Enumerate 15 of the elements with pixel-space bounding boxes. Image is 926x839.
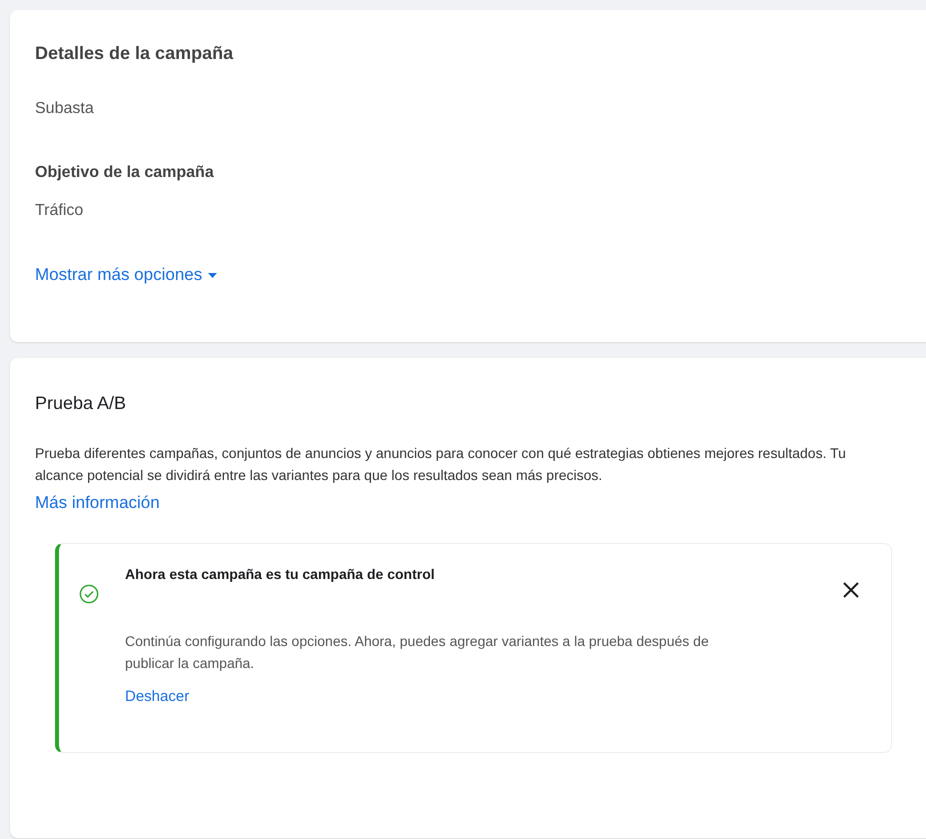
close-button[interactable] [841,580,861,600]
objective-value: Tráfico [35,201,84,221]
field-label: Objetivo de la campaña [35,163,214,183]
close-icon [843,582,859,598]
learn-more-link[interactable]: Más información [35,491,160,515]
notice-title: Ahora esta campaña es tu campaña de control [125,565,435,584]
buying-type-value: Subasta [35,99,94,119]
section-title: Detalles de la campaña [35,42,234,65]
check-circle-icon [79,584,99,604]
caret-icon [208,272,218,278]
show-more-link[interactable]: Mostrar más opciones [35,264,218,286]
undo-link[interactable]: Deshacer [125,687,190,707]
description-text: Prueba diferentes campañas, conjuntos de anuncios y anuncios para conocer con qué estrategias obtienes mejores resultados. Tu alcance potencial se dividirá entre las variantes para que los resultados sean más precisos. [35,444,847,485]
section-title: Prueba A/B [35,392,128,415]
notice-text: Continúa configurando las opciones. Ahora, puedes agregar variantes a la prueba después de publicar la campaña. [125,632,710,673]
